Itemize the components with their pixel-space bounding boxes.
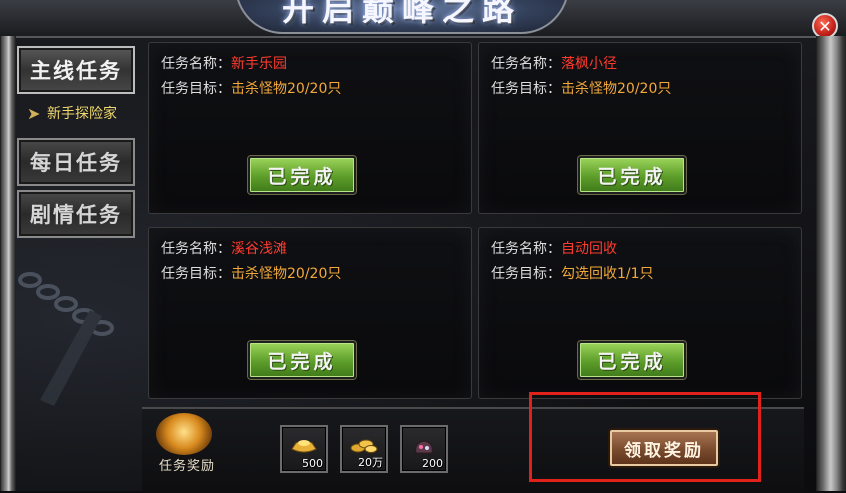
quest-card: 任务名称：落枫小径 任务目标：击杀怪物20/20只 已完成 bbox=[478, 42, 802, 214]
title-banner: 开启巅峰之路 bbox=[235, 0, 569, 34]
quest-name: 落枫小径 bbox=[561, 56, 617, 72]
gem-pouch-icon bbox=[415, 440, 433, 454]
quest-card: 任务名称：自动回收 任务目标：勾选回收1/1只 已完成 bbox=[478, 227, 802, 399]
tab-daily-quest[interactable]: 每日任务 bbox=[17, 138, 135, 186]
completed-button[interactable]: 已完成 bbox=[248, 341, 356, 379]
tab-main-quest[interactable]: 主线任务 bbox=[17, 46, 135, 94]
quest-goal: 勾选回收1/1只 bbox=[561, 266, 654, 282]
quest-goal-label: 任务目标： bbox=[161, 266, 231, 282]
quest-name-label: 任务名称： bbox=[161, 241, 231, 257]
reward-item-slot[interactable]: 500 bbox=[280, 425, 328, 473]
arrow-right-icon: ➤ bbox=[27, 103, 41, 123]
reward-item-count: 20万 bbox=[358, 456, 383, 469]
reward-item-slot[interactable]: 20万 bbox=[340, 425, 388, 473]
completed-button[interactable]: 已完成 bbox=[248, 156, 356, 194]
quest-card: 任务名称：新手乐园 任务目标：击杀怪物20/20只 已完成 bbox=[148, 42, 472, 214]
quest-goal: 击杀怪物20/20只 bbox=[561, 81, 672, 97]
reward-item-count: 200 bbox=[422, 457, 443, 470]
quest-name: 溪谷浅滩 bbox=[231, 241, 287, 257]
quest-name-label: 任务名称： bbox=[491, 241, 561, 257]
reward-label: 任务奖励 bbox=[158, 459, 215, 474]
quest-category-menu: 主线任务 ➤ 新手探险家 每日任务 剧情任务 bbox=[14, 42, 138, 240]
completed-button[interactable]: 已完成 bbox=[578, 156, 686, 194]
sub-quest-novice-explorer[interactable]: ➤ 新手探险家 bbox=[17, 94, 135, 132]
gold-ingot-icon bbox=[291, 440, 317, 453]
gold-coins-icon bbox=[350, 439, 378, 453]
quest-name-label: 任务名称： bbox=[161, 56, 231, 72]
right-pillar bbox=[816, 36, 846, 491]
quest-goal: 击杀怪物20/20只 bbox=[231, 81, 342, 97]
reward-item-count: 500 bbox=[302, 457, 323, 470]
quest-card: 任务名称：溪谷浅滩 任务目标：击杀怪物20/20只 已完成 bbox=[148, 227, 472, 399]
completed-button[interactable]: 已完成 bbox=[578, 341, 686, 379]
claim-highlight-box bbox=[529, 392, 761, 482]
quest-goal: 击杀怪物20/20只 bbox=[231, 266, 342, 282]
quest-name-label: 任务名称： bbox=[491, 56, 561, 72]
quest-name: 自动回收 bbox=[561, 241, 617, 257]
tab-story-quest[interactable]: 剧情任务 bbox=[17, 190, 135, 238]
quest-name: 新手乐园 bbox=[231, 56, 287, 72]
chain-decoration bbox=[18, 272, 114, 406]
quest-window: 开启巅峰之路 ✕ 主线任务 ➤ 新手探险家 每日任务 剧情任务 任务名称：新手乐… bbox=[0, 0, 846, 493]
quest-goal-label: 任务目标： bbox=[491, 81, 561, 97]
quest-goal-label: 任务目标： bbox=[491, 266, 561, 282]
window-title: 开启巅峰之路 bbox=[281, 0, 522, 28]
reward-emblem-icon bbox=[156, 413, 212, 455]
reward-item-slot[interactable]: 200 bbox=[400, 425, 448, 473]
sub-quest-label: 新手探险家 bbox=[47, 106, 117, 122]
quest-goal-label: 任务目标： bbox=[161, 81, 231, 97]
